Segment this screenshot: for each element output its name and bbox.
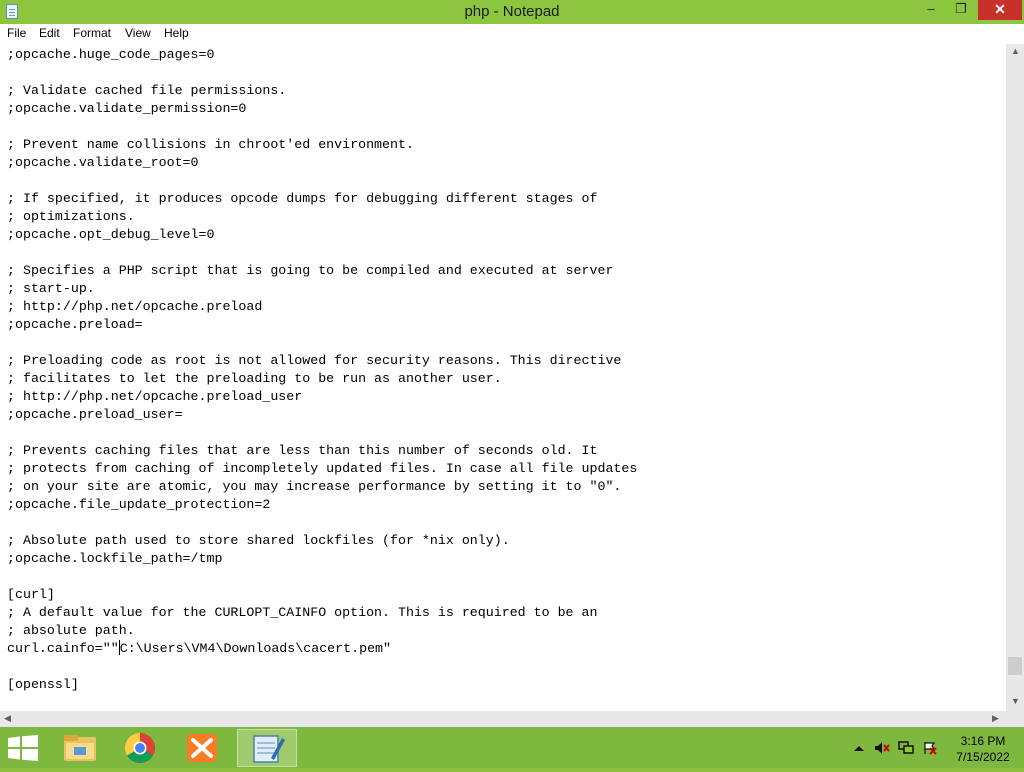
scroll-right-arrow-icon[interactable]: ▶ [992, 713, 999, 724]
taskbar-xampp[interactable] [172, 729, 232, 767]
folder-icon [64, 735, 96, 761]
taskbar-clock[interactable]: 3:16 PM 7/15/2022 [948, 733, 1018, 765]
network-icon[interactable] [898, 741, 914, 755]
menu-help[interactable]: Help [164, 26, 189, 40]
taskbar-file-explorer[interactable] [50, 729, 110, 767]
notepad-window: php - Notepad – ❐ ✕ File Edit Format Vie… [0, 0, 1024, 727]
notepad-icon [253, 735, 285, 763]
clock-time: 3:16 PM [960, 734, 1006, 748]
menu-bar: File Edit Format View Help [0, 24, 1024, 45]
clock-date: 7/15/2022 [956, 750, 1010, 764]
close-button[interactable]: ✕ [978, 0, 1022, 20]
title-bar[interactable]: php - Notepad – ❐ ✕ [0, 0, 1024, 24]
scroll-down-arrow-icon[interactable]: ▼ [1011, 696, 1020, 706]
editor-text-before-caret: ;opcache.huge_code_pages=0 ; Validate ca… [7, 47, 638, 656]
scroll-up-arrow-icon[interactable]: ▲ [1011, 46, 1020, 56]
restore-button[interactable]: ❐ [948, 0, 974, 20]
vertical-scroll-thumb[interactable] [1008, 657, 1022, 675]
taskbar [0, 727, 1024, 768]
windows-start-icon[interactable] [8, 735, 38, 761]
menu-edit[interactable]: Edit [39, 26, 60, 40]
text-editor[interactable]: ;opcache.huge_code_pages=0 ; Validate ca… [0, 44, 1006, 711]
vertical-scrollbar[interactable]: ▲ ▼ [1006, 44, 1024, 711]
show-hidden-icons-icon[interactable] [851, 741, 867, 755]
speaker-muted-icon[interactable] [874, 741, 890, 755]
minimize-button[interactable]: – [918, 0, 944, 20]
xampp-icon [187, 734, 217, 762]
horizontal-scrollbar[interactable]: ◀ ▶ [0, 711, 1006, 727]
editor-text[interactable]: ;opcache.huge_code_pages=0 ; Validate ca… [0, 44, 1006, 694]
scrollbar-corner [1006, 711, 1024, 727]
menu-format[interactable]: Format [73, 26, 111, 40]
action-center-flag-icon[interactable] [922, 741, 938, 755]
scroll-left-arrow-icon[interactable]: ◀ [4, 713, 11, 724]
menu-view[interactable]: View [125, 26, 151, 40]
chrome-icon [124, 733, 156, 764]
menu-file[interactable]: File [7, 26, 26, 40]
window-title: php - Notepad [464, 3, 560, 20]
taskbar-notepad[interactable] [237, 729, 297, 767]
taskbar-chrome[interactable] [110, 729, 170, 767]
